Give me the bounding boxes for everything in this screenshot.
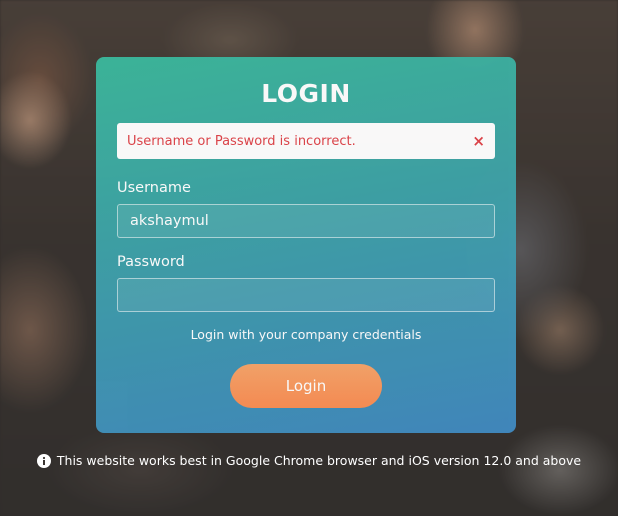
login-card: LOGIN Username or Password is incorrect.… bbox=[96, 57, 516, 433]
error-message: Username or Password is incorrect. bbox=[127, 133, 356, 149]
close-icon[interactable]: × bbox=[472, 133, 485, 149]
info-icon bbox=[36, 453, 51, 468]
login-title: LOGIN bbox=[261, 79, 351, 108]
password-input[interactable] bbox=[117, 278, 495, 312]
password-label: Password bbox=[117, 254, 185, 270]
browser-notice: This website works best in Google Chrome… bbox=[0, 453, 618, 468]
login-button[interactable]: Login bbox=[230, 364, 382, 408]
username-input[interactable] bbox=[117, 204, 495, 238]
browser-notice-text: This website works best in Google Chrome… bbox=[56, 453, 582, 468]
error-alert: Username or Password is incorrect. × bbox=[117, 123, 495, 159]
credentials-hint: Login with your company credentials bbox=[190, 327, 422, 342]
username-label: Username bbox=[117, 180, 191, 196]
